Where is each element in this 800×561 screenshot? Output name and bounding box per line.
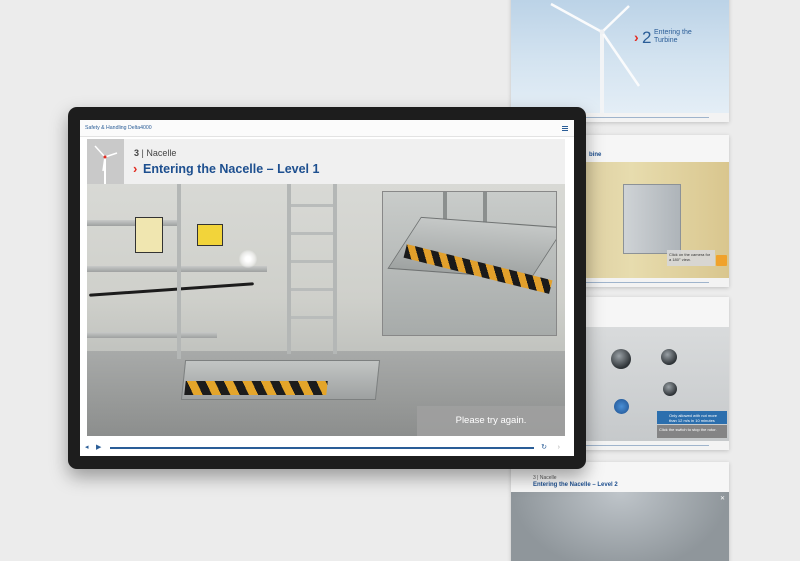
app-header: Safety & Handling Delta4000	[80, 120, 574, 137]
wind-turbine-illustration	[550, 2, 641, 113]
hazard-stripe	[184, 381, 328, 395]
chapter-number: 2	[642, 28, 652, 47]
section-name: Nacelle	[146, 148, 177, 158]
turbine-logo-icon	[87, 139, 124, 184]
player-controls: ◂ ▶ ↻ ›	[80, 440, 574, 456]
control-cabinet	[623, 184, 681, 254]
red-arrow-icon: ›	[634, 29, 639, 45]
slide-title: Entering the Nacelle – Level 1	[143, 162, 320, 176]
rotary-switch[interactable]	[663, 382, 677, 396]
ladder	[287, 184, 337, 354]
app-title: Safety & Handling Delta4000	[85, 125, 152, 131]
camera-icon[interactable]	[716, 255, 727, 266]
lamp	[239, 250, 257, 268]
cable	[89, 282, 254, 297]
nacelle-panorama-image	[511, 492, 729, 561]
volume-icon[interactable]: ◂	[85, 443, 89, 452]
handrail	[87, 332, 217, 338]
handrail	[87, 220, 181, 226]
play-icon[interactable]: ▶	[96, 443, 101, 452]
blue-button[interactable]	[614, 399, 629, 414]
section-number: 3	[134, 148, 140, 158]
instruction-note: Click the switch to stop the rotor.	[657, 425, 727, 438]
ladder-rail	[177, 184, 181, 359]
rotary-switch[interactable]	[611, 349, 631, 369]
slide-header: 3 | Nacelle › Entering the Nacelle – Lev…	[87, 139, 565, 184]
tablet-device: Safety & Handling Delta4000 3 | Nacelle …	[68, 107, 586, 469]
chapter-title: Entering the Turbine	[654, 29, 692, 44]
feedback-message: Please try again.	[417, 406, 565, 436]
thumbnail-title: bine	[589, 152, 602, 158]
replay-icon[interactable]: ↻	[541, 443, 547, 452]
tablet-screen: Safety & Handling Delta4000 3 | Nacelle …	[80, 120, 574, 456]
close-icon[interactable]: ✕	[720, 495, 725, 502]
info-note: Only allowed with not more than 12 m/s i…	[657, 411, 727, 424]
rotary-switch[interactable]	[661, 349, 677, 365]
red-arrow-icon: ›	[133, 161, 138, 176]
next-icon[interactable]: ›	[558, 443, 560, 452]
section-indicator: 3 | Nacelle	[134, 148, 177, 158]
progress-bar[interactable]	[110, 447, 534, 449]
warning-sign-icon	[197, 224, 223, 246]
sky-turbine-image: › 2 Entering the Turbine	[511, 0, 729, 113]
camera-hint: Click on the camera for a 180° view.	[667, 250, 715, 266]
menu-icon[interactable]	[562, 126, 568, 131]
detail-inset-image	[382, 191, 557, 336]
safety-sign	[135, 217, 163, 253]
thumbnail-nacelle-level-2[interactable]: 3 | Nacelle Entering the Nacelle – Level…	[511, 462, 729, 561]
thumbnail-title: Entering the Nacelle – Level 2	[533, 482, 618, 488]
section-label: 3 | Nacelle	[533, 475, 557, 481]
thumbnail-entering-turbine[interactable]: › 2 Entering the Turbine	[511, 0, 729, 122]
nacelle-photo: Please try again.	[87, 184, 565, 436]
